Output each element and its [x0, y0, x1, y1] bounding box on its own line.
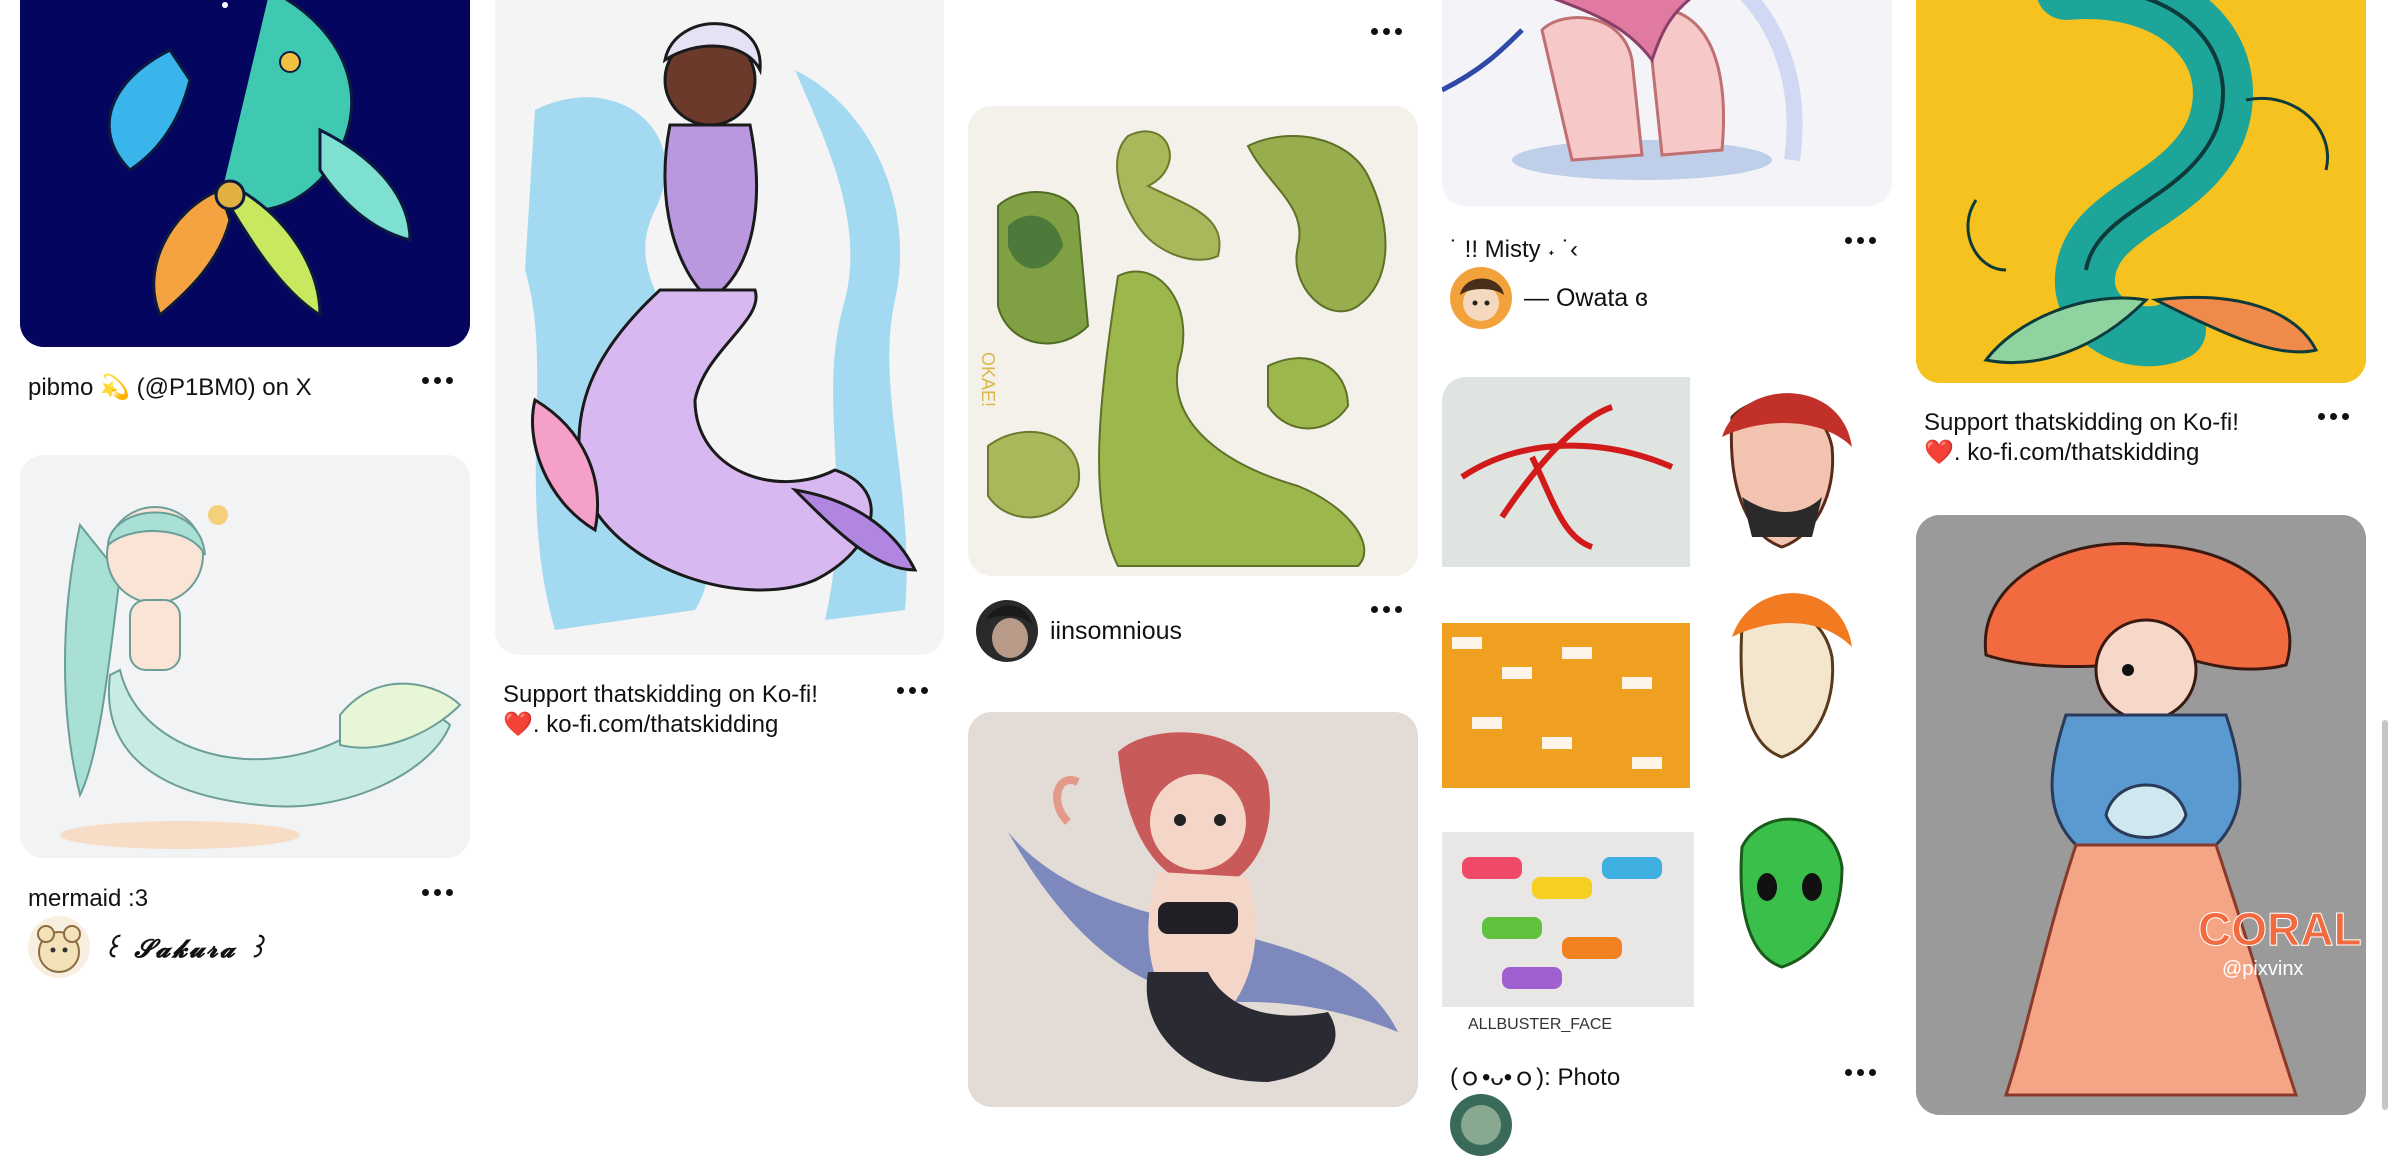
pin-author[interactable]: ꒰ 𝓢𝓪𝓴𝓾𝓻𝓪 ꒱ — [28, 916, 269, 978]
dot-icon — [1382, 605, 1390, 613]
chibi-mermaid-illustration — [20, 455, 470, 858]
dot-icon — [1856, 236, 1864, 244]
pixvinx-label: @pixvinx — [2222, 958, 2303, 980]
signature-label: ALLBUSTER_FACE — [1468, 1016, 1612, 1033]
pin-title-line: Support thatskidding on Ko-fi! — [1924, 409, 2239, 436]
pin-title[interactable]: (ｏ•ᴗ•ｏ): Photo — [1450, 1063, 1620, 1093]
more-options-button[interactable] — [1838, 1060, 1882, 1084]
avatar — [976, 600, 1038, 662]
coral-label: CORAL — [2198, 903, 2362, 955]
pin-image-shark-mermaid[interactable] — [495, 0, 944, 655]
okae-label: OKAE! — [978, 352, 998, 407]
pin-image-candy-collage[interactable]: ALLBUSTER_FACE — [1442, 377, 1892, 1039]
pin-title[interactable]: Support thatskidding on Ko-fi! ❤️. ko-fi… — [1924, 408, 2294, 468]
more-options-button[interactable] — [415, 368, 459, 392]
dot-icon — [1394, 27, 1402, 35]
pin-image-shark-girl[interactable] — [968, 712, 1418, 1107]
pin-title[interactable]: mermaid :3 — [28, 884, 148, 914]
more-options-button[interactable] — [415, 880, 459, 904]
dot-icon — [1382, 27, 1390, 35]
avatar[interactable] — [1450, 1094, 1512, 1156]
dot-icon — [1868, 1068, 1876, 1076]
pin-author[interactable]: — Owata ɞ — [1450, 267, 1648, 329]
dot-icon — [2329, 412, 2337, 420]
pin-title-line: ❤️. ko-fi.com/thatskidding — [503, 711, 779, 738]
avatar — [28, 916, 90, 978]
dot-icon — [896, 686, 904, 694]
dot-icon — [1370, 27, 1378, 35]
avatar — [1450, 267, 1512, 329]
author-name: iinsomnious — [1050, 616, 1183, 645]
dot-icon — [1868, 236, 1876, 244]
author-name: — Owata ɞ — [1524, 283, 1648, 312]
dot-icon — [908, 686, 916, 694]
dot-icon — [433, 888, 441, 896]
more-options-button[interactable] — [1838, 228, 1882, 252]
pin-image-moss-creatures[interactable]: OKAE! — [968, 106, 1418, 576]
more-options-button[interactable] — [2311, 404, 2355, 428]
coral-character-illustration: CORAL @pixvinx — [1916, 515, 2366, 1115]
candy-character-collage: ALLBUSTER_FACE — [1442, 377, 1892, 1039]
pin-title-line: Support thatskidding on Ko-fi! — [503, 681, 818, 708]
dot-icon — [421, 376, 429, 384]
pony-legs-illustration — [1442, 0, 1892, 206]
pin-image-yellow-mermaid[interactable] — [1916, 0, 2366, 383]
pin-image-pony-legs[interactable] — [1442, 0, 1892, 206]
more-options-button[interactable] — [890, 678, 934, 702]
mermaid-tails-illustration — [20, 0, 470, 347]
dot-icon — [421, 888, 429, 896]
dot-icon — [445, 376, 453, 384]
dot-icon — [2341, 412, 2349, 420]
dot-icon — [1844, 236, 1852, 244]
pin-image-pibmo-mermaid[interactable] — [20, 0, 470, 347]
more-options-button[interactable] — [1364, 19, 1408, 43]
pin-title[interactable]: pibmo 💫 (@P1BM0) on X — [28, 373, 312, 403]
pin-image-teal-mermaid[interactable] — [20, 455, 470, 858]
pin-image-coral-character[interactable]: CORAL @pixvinx — [1916, 515, 2366, 1115]
pin-title-line: ❤️. ko-fi.com/thatskidding — [1924, 439, 2200, 466]
author-name: ꒰ 𝓢𝓪𝓴𝓾𝓻𝓪 ꒱ — [102, 933, 269, 963]
pin-author[interactable]: iinsomnious — [976, 600, 1182, 662]
dot-icon — [1844, 1068, 1852, 1076]
moss-creatures-illustration: OKAE! — [968, 106, 1418, 576]
shark-mermaid-illustration — [495, 0, 944, 655]
more-options-button[interactable] — [1364, 597, 1408, 621]
dot-icon — [1394, 605, 1402, 613]
dot-icon — [1370, 605, 1378, 613]
dot-icon — [2317, 412, 2325, 420]
pin-title[interactable]: ˙ !! Misty ˖ ˙‹ — [1450, 235, 1578, 265]
shark-girl-illustration — [968, 712, 1418, 1107]
yellow-mermaid-illustration — [1916, 0, 2366, 383]
dot-icon — [1856, 1068, 1864, 1076]
dot-icon — [445, 888, 453, 896]
pin-title[interactable]: Support thatskidding on Ko-fi! ❤️. ko-fi… — [503, 680, 863, 740]
dot-icon — [433, 376, 441, 384]
page-scrollbar[interactable] — [2382, 720, 2388, 1110]
dot-icon — [920, 686, 928, 694]
